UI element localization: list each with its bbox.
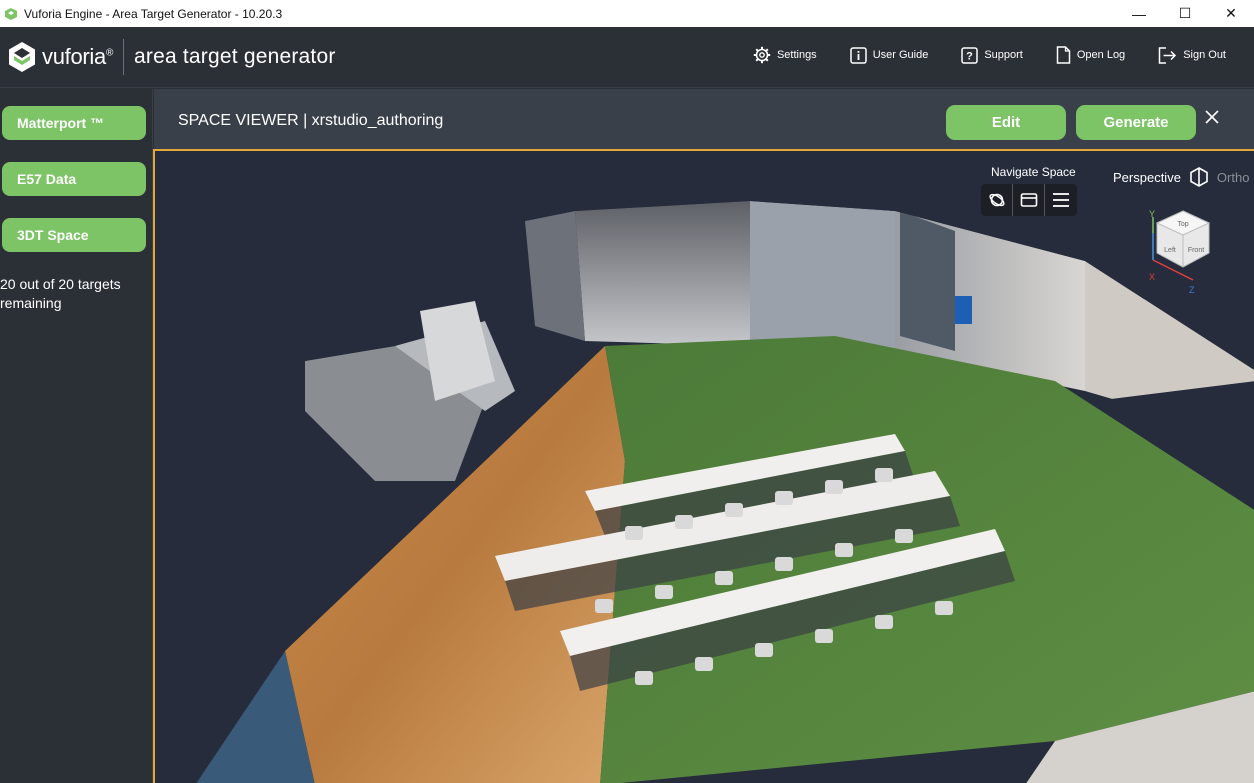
top-links: Settings User Guide ? Support Open Log S… [720, 46, 1226, 64]
viewer-header: SPACE VIEWER | xrstudio_authoring Edit G… [154, 89, 1254, 149]
menu-icon [1053, 193, 1069, 207]
product-name: area target generator [134, 45, 336, 68]
document-icon [1056, 46, 1071, 64]
viewer-title: SPACE VIEWER | xrstudio_authoring [178, 112, 444, 129]
targets-remaining-text: 20 out of 20 targets remaining [0, 276, 121, 311]
matterport-button[interactable]: Matterport ™ [2, 106, 146, 140]
logo-divider [123, 39, 125, 75]
brand-name: vuforia® [42, 44, 114, 69]
open-log-label: Open Log [1076, 49, 1126, 61]
projection-toggle[interactable]: Perspective Ortho [1113, 167, 1249, 187]
settings-label: Settings [776, 49, 817, 61]
user-guide-link[interactable]: User Guide [849, 46, 929, 64]
orbit-tool-button[interactable] [981, 184, 1013, 216]
vuforia-logo-icon [9, 42, 35, 72]
generate-button[interactable]: Generate [1076, 105, 1196, 140]
menu-tool-button[interactable] [1045, 184, 1077, 216]
window-title: Vuforia Engine - Area Target Generator -… [24, 6, 283, 21]
svg-text:?: ? [966, 50, 973, 62]
maximize-button[interactable]: ☐ [1162, 0, 1208, 27]
info-icon [849, 46, 867, 64]
app-logo: vuforia® area target generator [8, 39, 336, 75]
navigate-toolbar [981, 184, 1077, 216]
edit-button[interactable]: Edit [946, 105, 1066, 140]
navigate-space-label: Navigate Space [991, 165, 1076, 179]
space-viewport[interactable]: Navigate Space Perspective Ortho Y X Z T… [153, 149, 1254, 783]
app-header: vuforia® area target generator Settings [0, 27, 1254, 88]
window-titlebar: Vuforia Engine - Area Target Generator -… [0, 0, 1254, 27]
support-link[interactable]: ? Support [961, 46, 1023, 64]
support-label: Support [984, 49, 1023, 61]
walk-icon [1020, 193, 1037, 207]
help-icon: ? [961, 46, 979, 64]
user-guide-label: User Guide [872, 49, 929, 61]
e57-data-button[interactable]: E57 Data [2, 162, 146, 196]
walk-tool-button[interactable] [1013, 184, 1045, 216]
view-cube[interactable]: Y X Z Top Left Front [1143, 205, 1223, 300]
cube-left-label: Left [1164, 247, 1176, 254]
point-cloud-scene[interactable] [155, 151, 1254, 783]
projection-cube-icon [1190, 167, 1208, 187]
app-icon [5, 7, 17, 20]
sign-out-label: Sign Out [1183, 49, 1226, 61]
cube-front-label: Front [1188, 247, 1204, 254]
axis-z-label: Z [1189, 285, 1195, 295]
open-log-link[interactable]: Open Log [1056, 46, 1125, 64]
cube-top-label: Top [1177, 221, 1188, 228]
close-viewer-icon[interactable] [1204, 109, 1220, 125]
ortho-label[interactable]: Ortho [1217, 170, 1250, 185]
perspective-label[interactable]: Perspective [1113, 170, 1181, 185]
sign-out-icon [1158, 46, 1177, 64]
axis-x-label: X [1149, 272, 1155, 282]
orbit-icon [988, 193, 1005, 207]
axis-y-label: Y [1149, 209, 1155, 219]
settings-link[interactable]: Settings [753, 46, 817, 64]
left-sidebar: Matterport ™ E57 Data 3DT Space 20 out o… [0, 89, 153, 783]
sign-out-link[interactable]: Sign Out [1158, 46, 1226, 64]
gear-icon [753, 46, 771, 64]
close-window-button[interactable]: ✕ [1208, 0, 1254, 27]
3dt-space-button[interactable]: 3DT Space [2, 218, 146, 252]
minimize-button[interactable]: — [1116, 0, 1162, 27]
